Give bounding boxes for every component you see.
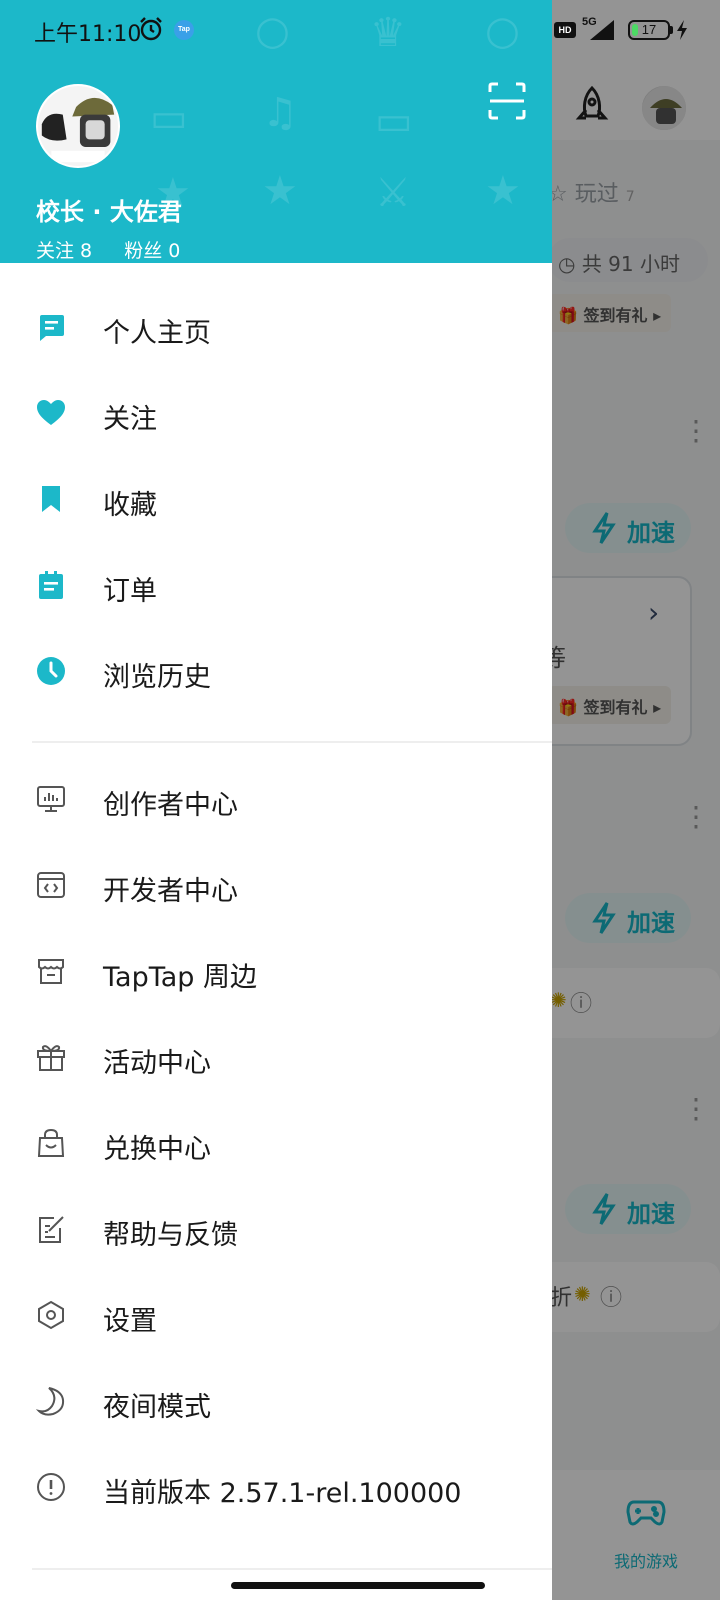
info-icon [37,1473,65,1501]
menu-item-profile[interactable]: 个人主页 [0,284,552,370]
menu-item-settings[interactable]: 设置 [0,1272,552,1358]
menu-label: 帮助与反馈 [103,1220,238,1251]
store-icon [38,959,64,984]
menu-item-creator-center[interactable]: 创作者中心 [0,756,552,842]
battery-level: 17 [641,22,657,37]
pattern-sword-icon: ⚔ [375,170,411,216]
battery-tip [670,26,673,34]
order-clipboard-icon [39,571,63,599]
menu-label: 当前版本 2.57.1-rel.100000 [103,1478,462,1509]
pattern-gamepad-icon: ▭ [150,95,188,141]
menu-divider [32,1568,552,1570]
battery-icon: 17 [628,20,670,40]
menu-label: 关注 [103,404,157,435]
moon-icon [36,1387,65,1416]
menu-label: 开发者中心 [103,876,238,907]
heart-icon [37,400,65,425]
clock-icon [37,657,65,685]
menu-item-night-mode[interactable]: 夜间模式 [0,1358,552,1444]
menu-label: 设置 [103,1306,157,1337]
menu-label: 订单 [103,576,157,607]
feedback-edit-icon [39,1216,64,1243]
menu-item-events[interactable]: 活动中心 [0,1014,552,1100]
pattern-star-icon: ★ [485,168,521,214]
menu-item-favorites[interactable]: 收藏 [0,456,552,542]
hd-voice-badge: HD [554,22,576,38]
menu-label: 兑换中心 [103,1134,211,1165]
bookmark-icon [42,486,60,512]
signal-icon [590,20,614,40]
followers-count[interactable]: 粉丝 0 [124,240,180,262]
following-count[interactable]: 关注 8 [36,240,92,262]
taptap-notification-icon: Tap [174,20,194,40]
status-time: 上午11:10 [34,22,142,47]
menu-divider [32,741,552,743]
charging-icon [677,20,687,40]
menu-label: TapTap 周边 [103,962,257,993]
menu-label: 个人主页 [103,318,211,349]
menu-label: 创作者中心 [103,790,238,821]
shopping-bag-icon [37,1128,65,1157]
pattern-music-icon: ♫ [262,90,298,136]
menu-item-follow[interactable]: 关注 [0,370,552,456]
menu-item-help-feedback[interactable]: 帮助与反馈 [0,1186,552,1272]
menu-item-merch[interactable]: TapTap 周边 [0,928,552,1014]
alarm-icon [140,17,162,41]
gift-icon [37,1045,65,1071]
pattern-gamepad-icon: ▭ [375,98,413,144]
menu-item-history[interactable]: 浏览历史 [0,628,552,714]
menu-item-version[interactable]: 当前版本 2.57.1-rel.100000 [0,1444,552,1530]
pattern-star-icon: ★ [262,168,298,214]
developer-code-icon [37,872,65,898]
menu-label: 收藏 [103,490,157,521]
menu-label: 活动中心 [103,1048,211,1079]
scan-icon[interactable] [488,82,526,120]
menu-label: 夜间模式 [103,1392,211,1423]
home-indicator[interactable] [231,1582,485,1589]
menu-item-orders[interactable]: 订单 [0,542,552,628]
menu-label: 浏览历史 [103,662,211,693]
menu-item-developer-center[interactable]: 开发者中心 [0,842,552,928]
profile-page-icon [40,315,64,341]
menu-item-redeem[interactable]: 兑换中心 [0,1100,552,1186]
user-name[interactable]: 校长 · 大佐君 [36,192,182,227]
creator-monitor-icon [37,786,65,812]
user-stats: 关注 8 粉丝 0 [36,236,206,263]
settings-hexagon-icon [38,1300,64,1330]
navigation-drawer: ○ ♛ ○ ▭ ♫ ▭ ★ ★ ⚔ ★ 校长 · 大佐君 关注 8 粉丝 0 个… [0,0,552,1600]
user-avatar[interactable] [36,84,120,168]
status-bar: 上午11:10 Tap HD 5G 17 [0,0,720,64]
